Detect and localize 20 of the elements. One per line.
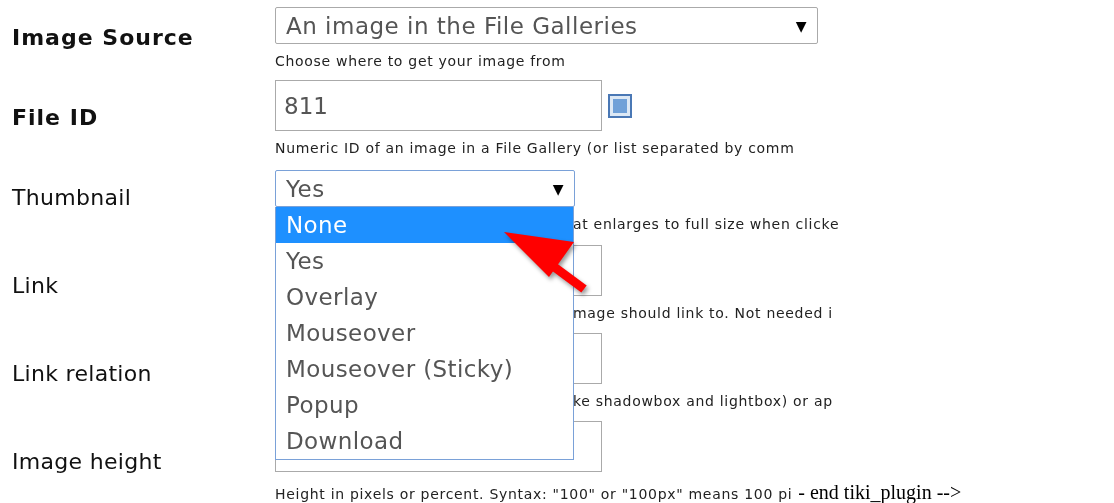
help-text: at enlarges to full size when clicke	[573, 216, 840, 232]
field-label: Image height	[12, 449, 162, 474]
footer-comment: - end tiki_plugin -->	[798, 481, 962, 503]
field-label: Link	[12, 273, 59, 298]
help-text: ke shadowbox and lightbox) or ap	[573, 393, 833, 409]
select-field[interactable]: Yes ▼	[275, 170, 575, 207]
image-picker-icon[interactable]	[608, 93, 632, 118]
help-text: Choose where to get your image from	[275, 53, 566, 69]
arrow-icon	[504, 232, 587, 293]
field-label: Link relation	[12, 361, 152, 386]
field-label: File ID	[12, 105, 99, 130]
caret-icon: ▼	[552, 180, 564, 197]
help-text: Height in pixels or percent. Syntax: "100" or "100px" means 100 pi	[275, 486, 793, 502]
help-text: Numeric ID of an image in a File Gallery (or list separated by comm	[275, 140, 795, 156]
help-text: mage should link to. Not needed i	[573, 305, 833, 321]
select-field[interactable]: An image in the File Galleries ▼	[275, 7, 818, 44]
field-label: Thumbnail	[12, 185, 132, 210]
input-field[interactable]: 811	[275, 80, 602, 131]
caret-icon: ▼	[795, 17, 807, 34]
field-label: Image Source	[12, 25, 194, 50]
